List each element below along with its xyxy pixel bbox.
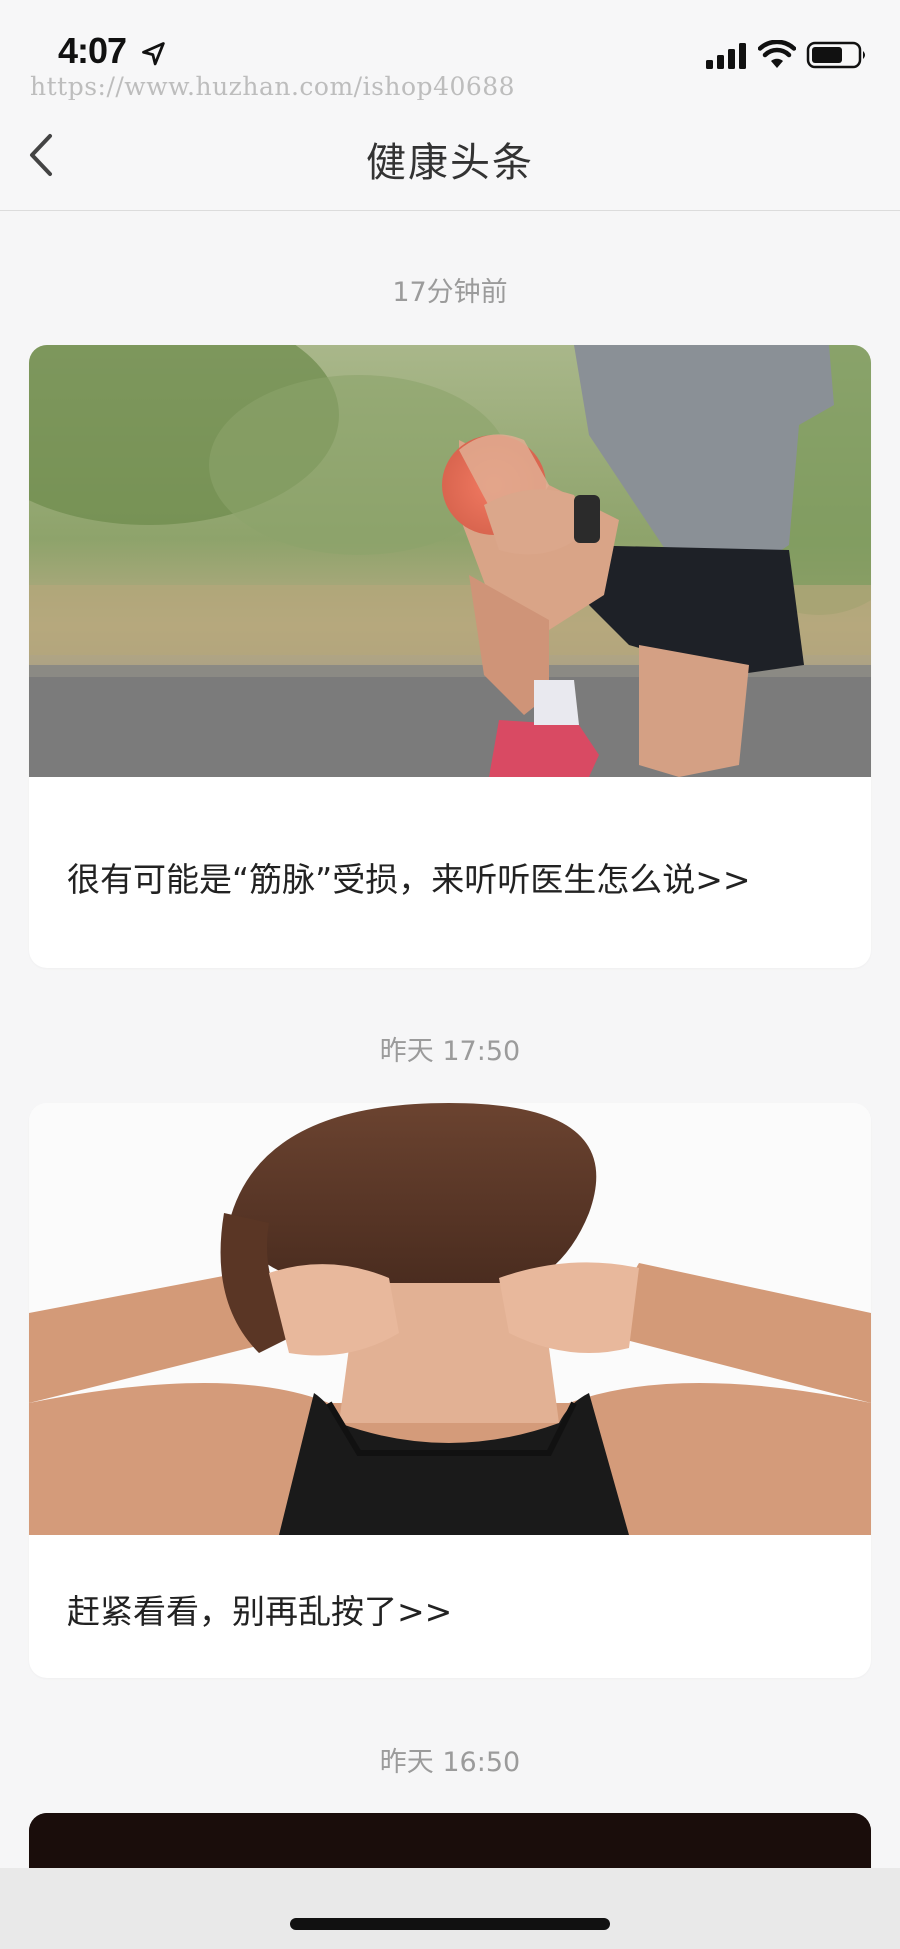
status-time: 4:07 xyxy=(58,30,127,71)
signal-icon xyxy=(706,43,746,69)
watermark-url: https://www.huzhan.com/ishop40688 xyxy=(30,72,516,101)
item-timestamp: 17分钟前 xyxy=(392,277,508,308)
wifi-icon xyxy=(758,40,796,68)
card-image-knee-pain xyxy=(29,345,871,777)
page-title: 健康头条 xyxy=(366,140,534,186)
news-card[interactable]: 很有可能是“筋脉”受损，来听听医生怎么说>> xyxy=(29,345,871,968)
card-title: 赶紧看看，别再乱按了>> xyxy=(67,1592,453,1631)
location-arrow-icon xyxy=(142,42,165,66)
item-timestamp: 昨天 17:50 xyxy=(379,1036,521,1067)
battery-icon xyxy=(806,41,865,69)
home-indicator-area xyxy=(0,1868,900,1949)
card-image-neck-pain xyxy=(29,1103,871,1535)
item-timestamp: 昨天 16:50 xyxy=(379,1747,521,1778)
card-title: 很有可能是“筋脉”受损，来听听医生怎么说>> xyxy=(67,860,751,899)
nav-bar: 健康头条 xyxy=(0,100,900,211)
home-indicator[interactable] xyxy=(290,1918,610,1930)
news-card[interactable]: 赶紧看看，别再乱按了>> xyxy=(29,1103,871,1678)
